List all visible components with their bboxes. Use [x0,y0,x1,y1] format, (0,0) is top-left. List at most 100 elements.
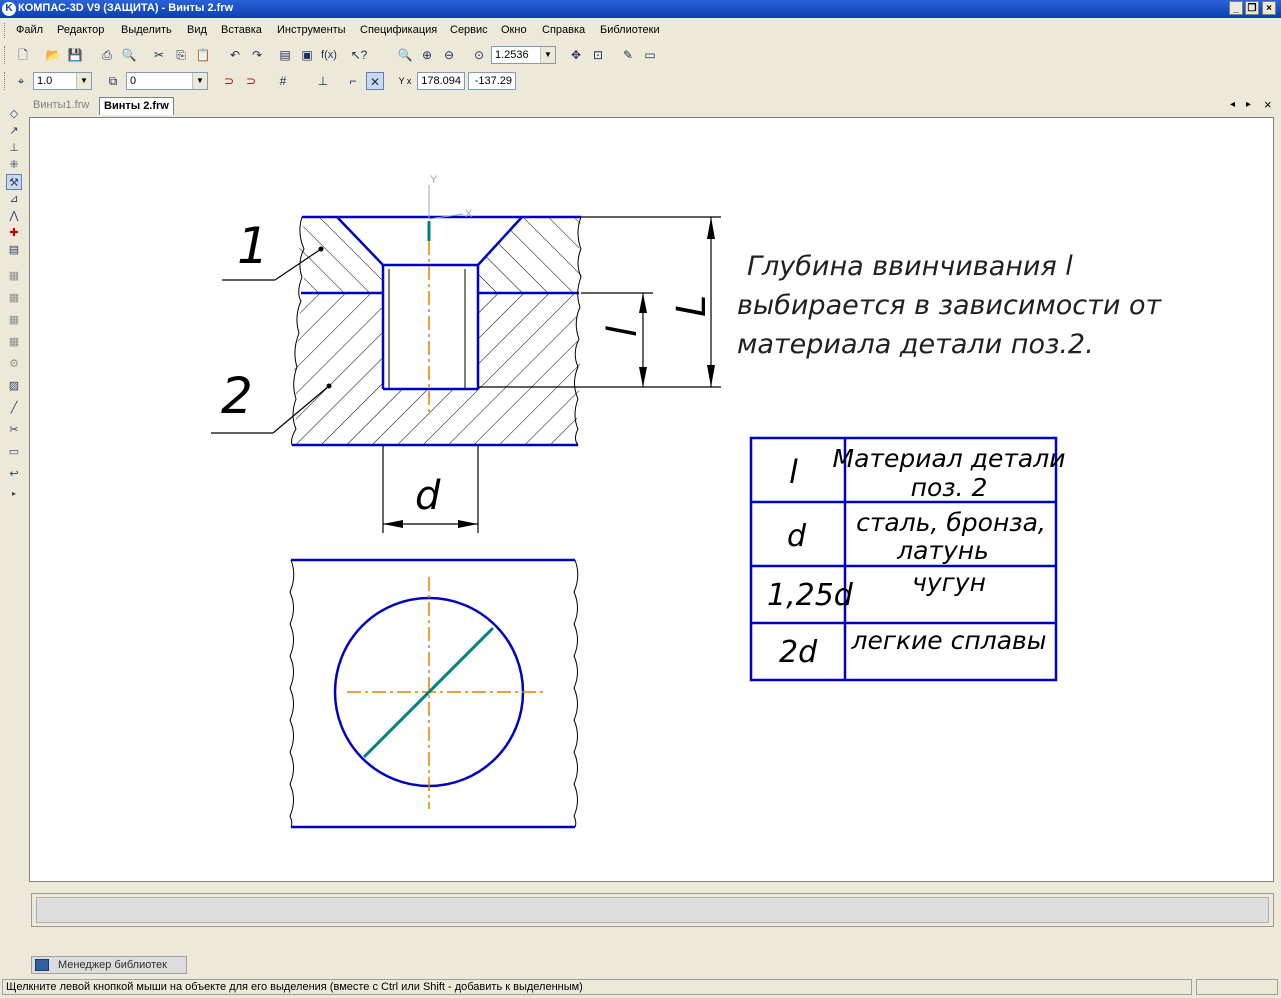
measure-icon[interactable]: ⊿ [6,191,22,207]
geometry-icon[interactable]: ◇ [6,106,22,122]
dimensions-icon[interactable]: ↗ [6,123,22,139]
trim-icon[interactable]: ✂ [6,422,22,438]
close-button[interactable]: × [1262,1,1276,15]
zoom-scale-icon[interactable]: ⊙ [470,46,488,64]
tab-vinty1[interactable]: Винты1.frw [29,97,93,115]
display-icon[interactable]: ▭ [641,46,659,64]
snap-magnet-icon[interactable]: ⊃ [220,72,238,90]
coord-y-field[interactable]: -137.29 [468,72,516,90]
menu-editor[interactable]: Редактор [57,24,104,36]
parametrization-icon[interactable]: ⚒ [6,174,22,190]
chevron-down-icon[interactable]: ▼ [540,47,555,63]
coordinate-axes [428,185,464,220]
line-icon[interactable]: ╱ [6,400,22,416]
local-cs-icon[interactable]: ⊥ [314,72,332,90]
drawing-svg: Y X 1 2 d l L Глубина ввинчивания l выби… [211,174,1162,829]
zoom-window-icon[interactable]: 🔍 [396,46,414,64]
status-bar: Щелкните левой кнопкой мыши на объекте д… [0,977,1281,998]
menu-file[interactable]: Файл [16,24,43,36]
refresh-icon[interactable]: ✎ [619,46,637,64]
menu-tools[interactable]: Инструменты [277,24,346,36]
menu-window[interactable]: Окно [501,24,527,36]
properties-icon[interactable]: ▤ [276,46,294,64]
zoom-combo[interactable]: 1.2536 ▼ [491,46,556,64]
hatch-icon[interactable]: ▨ [6,378,22,394]
coord-x-field[interactable]: 178.094 [417,72,465,90]
library-icon[interactable]: ▣ [298,46,316,64]
menu-select[interactable]: Выделить [121,24,172,36]
library-manager-tab[interactable]: Менеджер библиотек [31,956,187,974]
part2-left-hatch[interactable] [292,293,581,445]
round-coords-icon[interactable]: ✕ [366,72,384,90]
tab-scroll-left-icon[interactable]: ◂ [1230,99,1235,110]
table-header-l: l [789,453,798,491]
help-pointer-icon[interactable]: ↖? [350,46,368,64]
position-2-label: 2 [221,367,253,425]
table-cell-d: d [787,519,807,554]
chevron-down-icon[interactable]: ▼ [76,73,91,89]
minimize-button[interactable]: _ [1229,1,1243,15]
app-logo-icon: K [2,2,16,16]
undo-icon[interactable]: ↶ [226,46,244,64]
compact-panel: ◇ ↗ ⊥ ⁜ ⚒ ⊿ ⋀ ✚ ▤ ▦ ▦ ▦ ▦ ⚙ ▨ ╱ ✂ ▭ ↩ ▸ [4,98,24,498]
variables-icon[interactable]: f(x) [320,46,338,64]
part1-right-hatch[interactable] [478,217,583,293]
disabled-tool-icon: ▦ [8,314,20,326]
open-folder-icon[interactable]: 📂 [44,46,62,64]
note-line-3: материала детали поз.2. [737,329,1094,360]
cut-icon[interactable]: ✂ [150,46,168,64]
menu-specification[interactable]: Спецификация [360,24,437,36]
menu-insert[interactable]: Вставка [221,24,262,36]
ortho-icon[interactable]: ⌐ [344,72,362,90]
fit-all-icon[interactable]: ⊡ [589,46,607,64]
axis-x-label: X [465,208,473,220]
paste-icon[interactable]: 📋 [194,46,212,64]
menu-libraries[interactable]: Библиотеки [600,24,660,36]
cursor-step-icon[interactable]: ⌖ [12,72,30,90]
attributes-icon[interactable]: ✚ [6,225,22,241]
note-line-1: Глубина ввинчивания l [747,251,1073,282]
window-title: КОМПАС-3D V9 (ЗАЩИТА) - Винты 2.frw [18,2,234,14]
print-icon[interactable]: ⎙ [98,46,116,64]
save-icon[interactable]: 💾 [66,46,84,64]
drawing-canvas[interactable]: Y X 1 2 d l L Глубина ввинчивания l выби… [29,117,1274,882]
menu-bar: Файл Редактор Выделить Вид Вставка Инстр… [0,20,1281,41]
document-tabs: Винты1.frw Винты 2.frw ◂ ▸ × [29,97,1281,115]
grid-icon[interactable]: # [274,72,292,90]
menu-service[interactable]: Сервис [450,24,488,36]
expand-panel-icon[interactable]: ▸ [6,486,22,502]
layers-icon[interactable]: ⧉ [104,72,122,90]
library-manager-label: Менеджер библиотек [58,959,167,971]
new-document-icon[interactable]: 🗋 [14,46,32,64]
menu-help[interactable]: Справка [542,24,585,36]
zoom-in-icon[interactable]: ⊕ [418,46,436,64]
print-preview-icon[interactable]: 🔍 [120,46,138,64]
designations-icon[interactable]: ⊥ [6,140,22,156]
dimension-L-label: L [669,295,715,317]
curve-icon[interactable]: ↩ [6,466,22,482]
standard-toolbar: 🗋 📂 💾 ⎙ 🔍 ✂ ⎘ 📋 ↶ ↷ ▤ ▣ f(x) ↖? 🔍 ⊕ ⊖ ⊙ … [0,44,680,66]
tab-close-icon[interactable]: × [1264,97,1272,112]
chevron-down-icon[interactable]: ▼ [192,73,207,89]
table-header-material: Материал детали поз. 2 [833,444,1066,502]
editing-icon[interactable]: ⁜ [6,157,22,173]
line-scale-combo[interactable]: 1.0 ▼ [33,72,92,90]
toolbar-grip [4,46,8,64]
local-snap-icon[interactable]: ⊃ [242,72,260,90]
axis-y-label: Y [430,174,438,186]
select-icon[interactable]: ⋀ [6,208,22,224]
pan-icon[interactable]: ✥ [567,46,585,64]
property-panel [31,893,1274,927]
redo-icon[interactable]: ↷ [248,46,266,64]
maximize-button[interactable]: ❐ [1245,1,1259,15]
layer-combo[interactable]: 0 ▼ [126,72,208,90]
tab-vinty2[interactable]: Винты 2.frw [99,97,174,115]
tab-scroll-right-icon[interactable]: ▸ [1246,99,1251,110]
current-state-toolbar: ⌖ 1.0 ▼ ⧉ 0 ▼ ⊃ ⊃ # ⊥ ⌐ ✕ Y x 178.094 -137… [0,70,540,92]
disabled-tool-icon: ▦ [8,336,20,348]
spec-icon[interactable]: ▤ [6,242,22,258]
copy-icon[interactable]: ⎘ [172,46,190,64]
view-icon[interactable]: ▭ [6,444,22,460]
menu-view[interactable]: Вид [187,24,207,36]
zoom-out-icon[interactable]: ⊖ [440,46,458,64]
